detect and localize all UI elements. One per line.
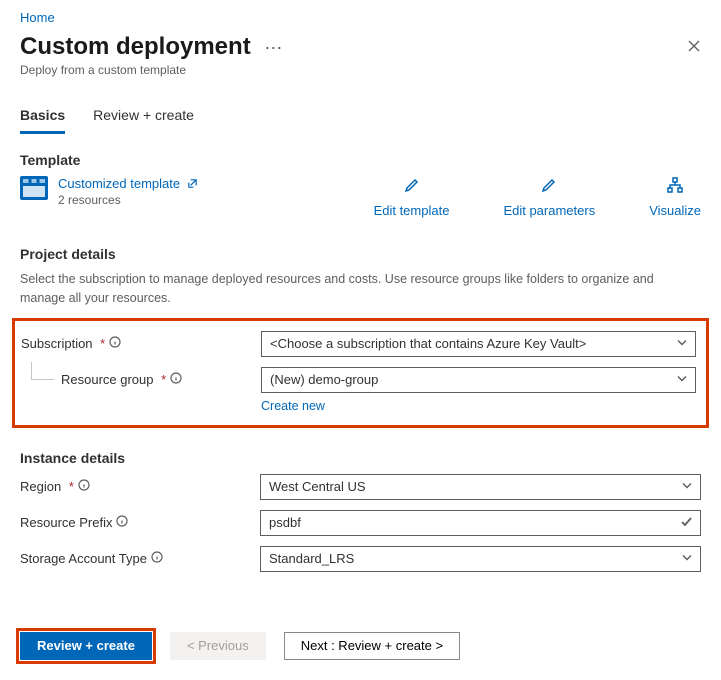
create-new-link[interactable]: Create new [261,399,325,413]
template-resources-count: 2 resources [58,193,198,207]
info-icon[interactable] [78,479,90,494]
section-project-details: Project details [20,246,701,262]
pencil-icon [403,176,421,197]
section-instance-details: Instance details [20,450,701,466]
chevron-down-icon [676,372,688,387]
edit-template-button[interactable]: Edit template [374,176,450,218]
storage-account-type-label: Storage Account Type [20,551,260,566]
info-icon[interactable] [151,551,163,566]
check-icon [680,515,693,531]
breadcrumb: Home [20,10,701,25]
close-icon[interactable] [687,39,701,56]
external-link-icon [184,176,198,191]
section-template: Template [20,152,701,168]
tab-review-create[interactable]: Review + create [93,103,194,134]
project-details-description: Select the subscription to manage deploy… [20,270,701,308]
tabs: Basics Review + create [20,103,701,134]
breadcrumb-home[interactable]: Home [20,10,55,25]
subscription-label: Subscription * [21,336,261,351]
chevron-down-icon [681,479,693,494]
pencil-icon [540,176,558,197]
region-select[interactable]: West Central US [260,474,701,500]
highlighted-region: Subscription * <Choose a subscription th… [12,318,709,428]
review-create-button[interactable]: Review + create [20,632,152,660]
next-button[interactable]: Next : Review + create > [284,632,460,660]
page-title: Custom deployment [20,33,251,61]
resource-prefix-label: Resource Prefix [20,515,260,530]
resource-prefix-input[interactable]: psdbf [260,510,701,536]
resource-group-label: Resource group * [21,372,261,387]
previous-button[interactable]: < Previous [170,632,266,660]
tab-basics[interactable]: Basics [20,103,65,134]
template-grid-icon [20,176,48,200]
subscription-select[interactable]: <Choose a subscription that contains Azu… [261,331,696,357]
chevron-down-icon [676,336,688,351]
customized-template-link[interactable]: Customized template [58,176,180,191]
storage-account-type-select[interactable]: Standard_LRS [260,546,701,572]
info-icon[interactable] [170,372,182,387]
info-icon[interactable] [116,515,128,530]
more-button[interactable]: ⋯ [264,38,282,58]
hierarchy-icon [666,176,684,197]
footer-actions: Review + create < Previous Next : Review… [20,632,701,660]
resource-group-select[interactable]: (New) demo-group [261,367,696,393]
region-label: Region * [20,479,260,494]
info-icon[interactable] [109,336,121,351]
chevron-down-icon [681,551,693,566]
visualize-button[interactable]: Visualize [649,176,701,218]
page-subtitle: Deploy from a custom template [20,63,701,77]
edit-parameters-button[interactable]: Edit parameters [503,176,595,218]
